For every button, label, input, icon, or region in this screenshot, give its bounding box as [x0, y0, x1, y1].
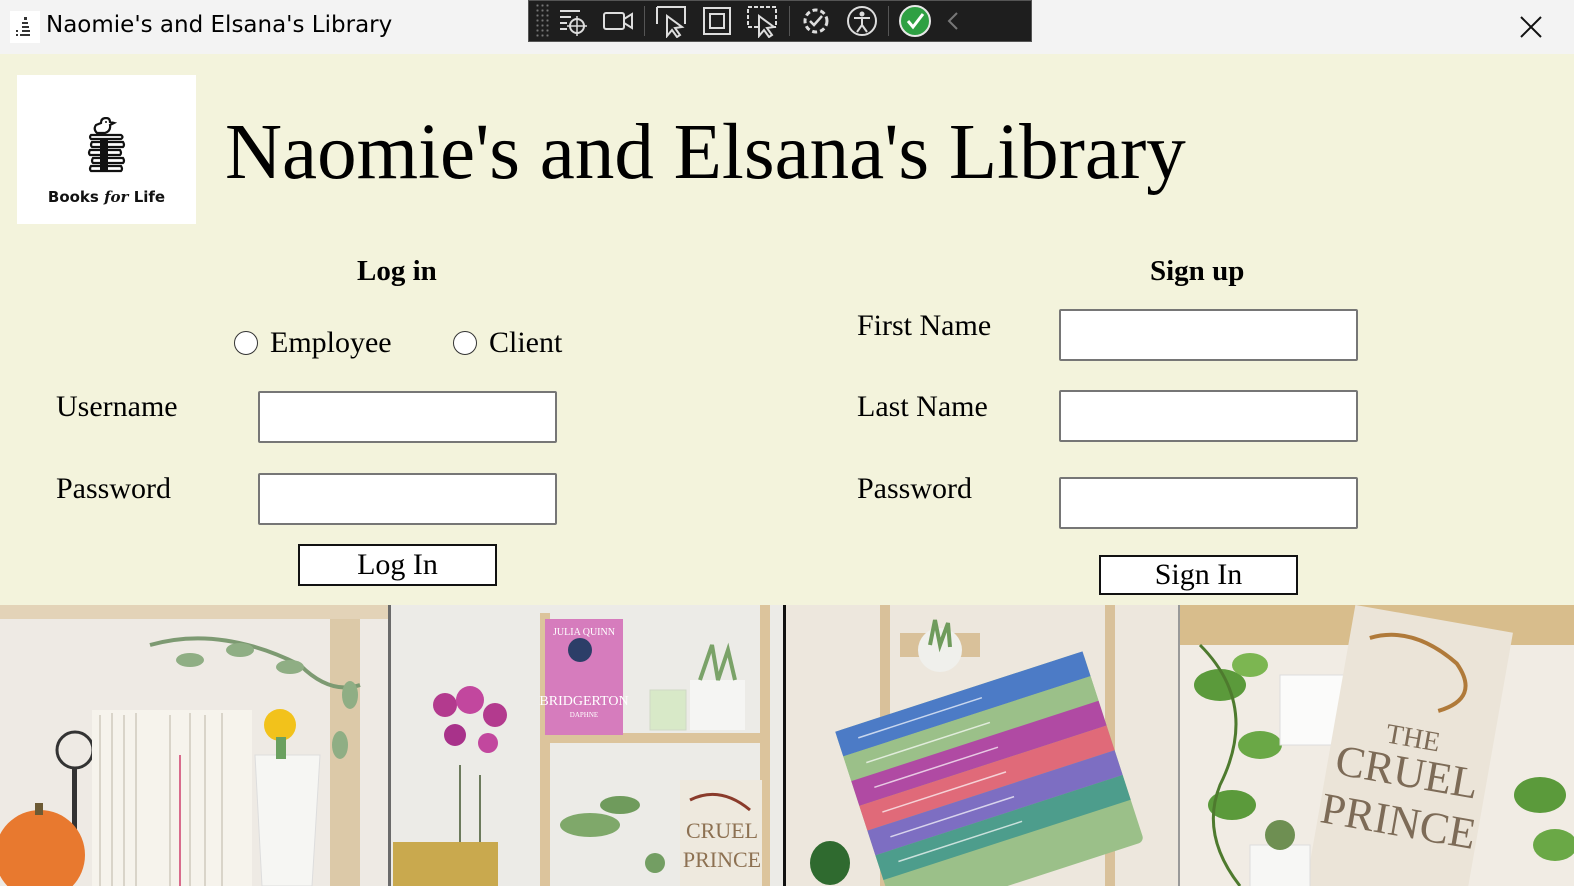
sign-in-button[interactable]: Sign In: [1099, 555, 1298, 595]
radio-circle[interactable]: [234, 331, 258, 355]
track-focus-icon: [747, 6, 777, 38]
logo-caption: Books for Life: [47, 188, 166, 206]
bridgerton-subtitle: DAPHNE: [570, 711, 598, 719]
hot-reload-button[interactable]: [793, 0, 839, 42]
binding-failures-button[interactable]: [892, 0, 938, 42]
select-element-button[interactable]: [549, 0, 595, 42]
select-element-icon: [560, 10, 587, 36]
window-title: Naomie's and Elsana's Library: [46, 12, 393, 38]
toolbar-separator: [789, 6, 790, 36]
log-in-button[interactable]: Log In: [298, 544, 497, 586]
xaml-debug-toolbar: [528, 0, 1032, 42]
bookshelf-photo-strip: JULIA QUINN BRIDGERTON DAPHNE CRUEL PRIN…: [0, 605, 1574, 886]
radio-circle[interactable]: [453, 331, 477, 355]
accessibility-button[interactable]: [839, 0, 885, 42]
toolbar-separator: [888, 6, 889, 36]
pointer-select-icon: [656, 6, 686, 38]
binding-failures-ok-icon: [899, 5, 931, 37]
radio-label: Employee: [270, 326, 392, 359]
accessibility-icon: [847, 6, 877, 36]
track-focus-button[interactable]: [740, 0, 786, 42]
signup-password-input[interactable]: [1059, 477, 1358, 529]
close-button[interactable]: [1512, 8, 1550, 46]
close-icon: [1520, 16, 1542, 38]
collapse-chevron-icon: [947, 12, 958, 30]
last-name-label: Last Name: [857, 390, 988, 423]
book-stack-bird-icon: [87, 117, 126, 173]
photo-bookshelf-2: JULIA QUINN BRIDGERTON DAPHNE CRUEL PRIN…: [391, 605, 783, 886]
photo-cruel-prince: THE CRUEL PRINCE: [1180, 605, 1574, 886]
login-password-input[interactable]: [258, 473, 557, 525]
username-label: Username: [56, 390, 178, 423]
display-layout-adorners-icon: [703, 7, 731, 35]
pointer-select-button[interactable]: [648, 0, 694, 42]
bridgerton-author: JULIA QUINN: [553, 627, 615, 638]
bridgerton-title: BRIDGERTON: [539, 694, 628, 709]
video-capture-button[interactable]: [595, 0, 641, 42]
employee-radio[interactable]: Employee: [234, 326, 392, 360]
winforms-app-icon: [10, 11, 40, 43]
toolbar-grip[interactable]: [535, 3, 549, 39]
library-logo: Books for Life: [17, 75, 196, 224]
username-input[interactable]: [258, 391, 557, 443]
hot-reload-icon: [803, 8, 829, 34]
page-title: Naomie's and Elsana's Library: [225, 109, 1186, 196]
display-layout-adorners-button[interactable]: [694, 0, 740, 42]
login-heading: Log in: [357, 255, 437, 287]
client-radio[interactable]: Client: [453, 326, 562, 360]
toolbar-separator: [644, 6, 645, 36]
signup-password-label: Password: [857, 472, 973, 505]
cruel-prince-word-2: PRINCE: [683, 847, 761, 872]
video-capture-icon: [603, 12, 633, 30]
collapse-toolbar-button[interactable]: [938, 0, 968, 42]
first-name-input[interactable]: [1059, 309, 1358, 361]
photo-bookshelf-1: [0, 605, 390, 886]
first-name-label: First Name: [857, 309, 992, 342]
photo-book-box-set: [786, 605, 1180, 886]
last-name-input[interactable]: [1059, 390, 1358, 442]
signup-heading: Sign up: [1150, 255, 1245, 287]
cruel-prince-word-1: CRUEL: [686, 818, 758, 843]
login-password-label: Password: [56, 472, 172, 505]
radio-label: Client: [489, 326, 563, 359]
